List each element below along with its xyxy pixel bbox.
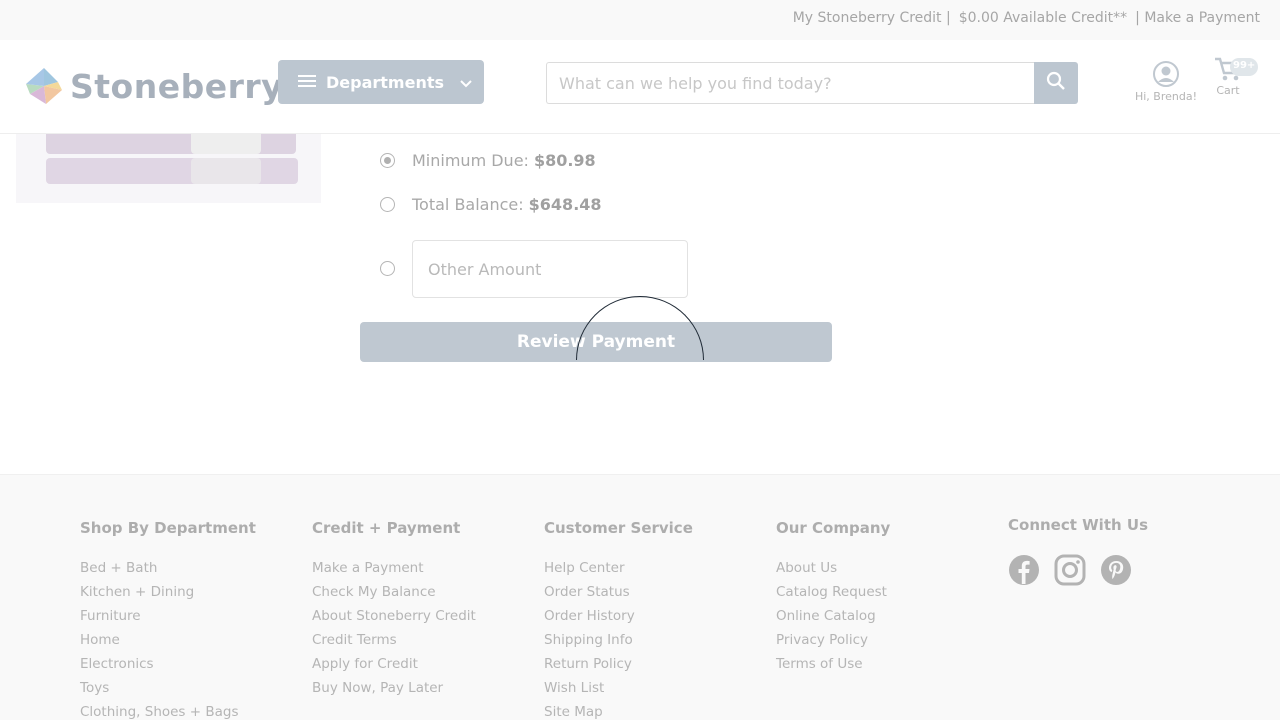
footer-link[interactable]: Toys (80, 679, 256, 703)
footer-col-title: Credit + Payment (312, 519, 461, 537)
departments-label: Departments (326, 72, 445, 92)
logo[interactable]: Stoneberry (24, 64, 283, 108)
utility-links: My Stoneberry Credit | $0.00 Available C… (793, 10, 1260, 26)
my-credit-link[interactable]: My Stoneberry Credit | (793, 10, 951, 26)
account-icon (1130, 60, 1202, 88)
footer-link[interactable]: Buy Now, Pay Later (312, 679, 476, 703)
departments-button[interactable]: Departments (278, 60, 484, 104)
footer-link[interactable]: Electronics (80, 655, 256, 679)
other-amount-input[interactable] (412, 240, 688, 298)
footer-link[interactable]: Terms of Use (776, 655, 890, 679)
total-balance-option[interactable]: Total Balance: $648.48 (380, 195, 602, 214)
footer-col-title: Our Company (776, 519, 891, 537)
account-greeting: Hi, Brenda! (1134, 90, 1198, 103)
product-image (16, 134, 321, 203)
footer-link[interactable]: About Us (776, 559, 890, 583)
search-icon (1046, 71, 1066, 95)
logo-text: Stoneberry (70, 66, 284, 106)
total-balance-radio[interactable] (380, 197, 395, 212)
minimum-due-label: Minimum Due: (412, 151, 529, 170)
footer-link[interactable]: Order Status (544, 583, 693, 607)
other-amount-option[interactable] (380, 261, 412, 276)
site-footer: Shop By Department Bed + Bath Kitchen + … (0, 474, 1280, 720)
logo-mark-icon (24, 66, 64, 106)
footer-link[interactable]: Online Catalog (776, 607, 890, 631)
footer-link[interactable]: Make a Payment (312, 559, 476, 583)
cart-button[interactable]: 99+ Cart (1208, 56, 1259, 97)
footer-link[interactable]: Wish List (544, 679, 693, 703)
footer-link[interactable]: Return Policy (544, 655, 693, 679)
search-input[interactable] (546, 62, 1034, 104)
footer-link[interactable]: Furniture (80, 607, 256, 631)
footer-col-shop: Shop By Department Bed + Bath Kitchen + … (80, 519, 256, 720)
footer-link[interactable]: Order History (544, 607, 693, 631)
available-credit-text: $0.00 Available Credit** (958, 10, 1128, 26)
cart-count-badge: 99+ (1230, 58, 1259, 76)
footer-col-connect: Connect With Us (1008, 516, 1148, 586)
minimum-due-amount: $80.98 (533, 151, 596, 170)
chevron-down-icon (460, 73, 472, 92)
cart-label: Cart (1216, 84, 1240, 97)
footer-link[interactable]: Help Center (544, 559, 693, 583)
other-amount-radio[interactable] (380, 261, 395, 276)
utility-bar: My Stoneberry Credit | $0.00 Available C… (0, 0, 1280, 40)
footer-link[interactable]: Privacy Policy (776, 631, 890, 655)
search-bar (546, 62, 1078, 104)
total-balance-label: Total Balance: (412, 195, 524, 214)
footer-link[interactable]: About Stoneberry Credit (312, 607, 476, 631)
facebook-icon[interactable] (1008, 554, 1040, 586)
footer-link[interactable]: Kitchen + Dining (80, 583, 256, 607)
footer-link[interactable]: Site Map (544, 703, 693, 720)
pinterest-icon[interactable] (1100, 554, 1132, 586)
minimum-due-radio[interactable] (380, 153, 395, 168)
site-header: Stoneberry Departments Hi, Brenda! 99+ C… (0, 40, 1280, 134)
hamburger-icon (298, 73, 316, 92)
account-menu[interactable]: Hi, Brenda! (1130, 60, 1202, 103)
footer-link[interactable]: Check My Balance (312, 583, 476, 607)
instagram-icon[interactable] (1054, 554, 1086, 586)
cart-icon: 99+ (1208, 56, 1259, 84)
social-links (1008, 554, 1148, 586)
minimum-due-option[interactable]: Minimum Due: $80.98 (380, 151, 596, 170)
footer-col-service: Customer Service Help Center Order Statu… (544, 519, 693, 720)
footer-link[interactable]: Credit Terms (312, 631, 476, 655)
footer-link[interactable]: Catalog Request (776, 583, 890, 607)
footer-col-title: Connect With Us (1008, 516, 1148, 534)
make-payment-link[interactable]: | Make a Payment (1135, 10, 1260, 26)
search-button[interactable] (1034, 62, 1078, 104)
total-balance-amount: $648.48 (528, 195, 602, 214)
footer-col-title: Shop By Department (80, 519, 256, 537)
footer-link[interactable]: Apply for Credit (312, 655, 476, 679)
footer-link[interactable]: Shipping Info (544, 631, 693, 655)
footer-col-company: Our Company About Us Catalog Request Onl… (776, 519, 890, 679)
footer-col-credit: Credit + Payment Make a Payment Check My… (312, 519, 476, 703)
footer-link[interactable]: Bed + Bath (80, 559, 256, 583)
footer-link[interactable]: Clothing, Shoes + Bags (80, 703, 256, 720)
footer-link[interactable]: Home (80, 631, 256, 655)
footer-col-title: Customer Service (544, 519, 693, 537)
